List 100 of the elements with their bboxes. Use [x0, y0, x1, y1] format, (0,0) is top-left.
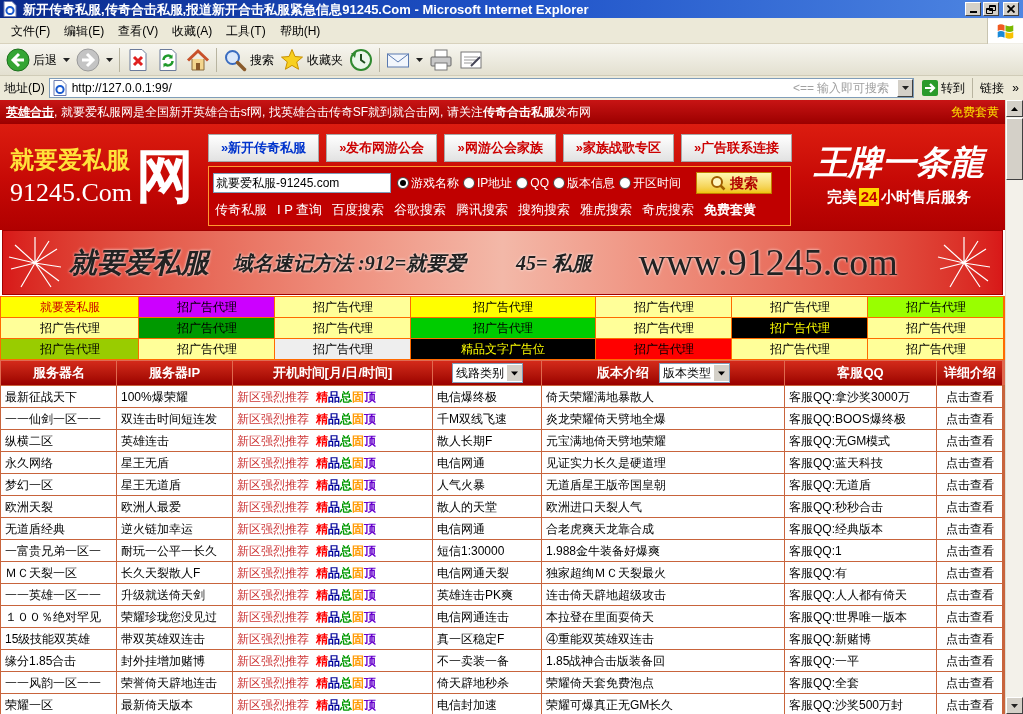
- address-field[interactable]: http://127.0.0.1:99/ <== 输入即可搜索: [48, 78, 915, 98]
- tag-link[interactable]: 总: [340, 409, 352, 428]
- ad-slot[interactable]: 招广告代理: [139, 318, 274, 338]
- ad-slot[interactable]: 招广告代理: [868, 318, 1003, 338]
- ad-slot[interactable]: 精品文字广告位: [411, 339, 595, 359]
- menu-item[interactable]: 编辑(E): [57, 21, 112, 40]
- ad-slot[interactable]: 招广告代理: [275, 297, 410, 317]
- tag-link[interactable]: 顶: [364, 629, 376, 648]
- ad-slot[interactable]: 招广告代理: [596, 297, 731, 317]
- tag-link[interactable]: 总: [340, 453, 352, 472]
- tag-link[interactable]: 精: [316, 629, 328, 648]
- links-button[interactable]: 链接: [978, 79, 1007, 97]
- tag-link[interactable]: 精: [316, 497, 328, 516]
- menu-item[interactable]: 帮助(H): [272, 21, 328, 40]
- menu-item[interactable]: 收藏(A): [165, 21, 220, 40]
- ad-slot[interactable]: 招广告代理: [411, 297, 595, 317]
- tag-link[interactable]: 品: [328, 695, 340, 714]
- tag-link[interactable]: 精: [316, 519, 328, 538]
- recommend-link[interactable]: 新区强烈推荐: [237, 563, 309, 582]
- tag-link[interactable]: 品: [328, 497, 340, 516]
- tag-link[interactable]: 精: [316, 673, 328, 692]
- search-type-radio[interactable]: 版本信息: [553, 174, 615, 193]
- detail-link[interactable]: 点击查看: [937, 540, 1002, 561]
- tag-link[interactable]: 品: [328, 629, 340, 648]
- detail-link[interactable]: 点击查看: [937, 650, 1002, 671]
- tag-link[interactable]: 品: [328, 519, 340, 538]
- tag-link[interactable]: 总: [340, 431, 352, 450]
- tag-link[interactable]: 顶: [364, 453, 376, 472]
- detail-link[interactable]: 点击查看: [937, 584, 1002, 605]
- tag-link[interactable]: 精: [316, 695, 328, 714]
- ad-slot[interactable]: 招广告代理: [139, 297, 274, 317]
- tag-link[interactable]: 顶: [364, 695, 376, 714]
- tag-link[interactable]: 总: [340, 607, 352, 626]
- tag-link[interactable]: 精: [316, 585, 328, 604]
- tag-link[interactable]: 顶: [364, 431, 376, 450]
- scroll-thumb[interactable]: [1006, 118, 1023, 180]
- ad-slot[interactable]: 招广告代理: [411, 318, 595, 338]
- tag-link[interactable]: 品: [328, 475, 340, 494]
- go-button[interactable]: 转到: [920, 78, 968, 98]
- tag-link[interactable]: 总: [340, 541, 352, 560]
- promo-link[interactable]: 免费套黄: [951, 103, 999, 121]
- ad-slot[interactable]: 招广告代理: [139, 339, 274, 359]
- ad-slot[interactable]: 招广告代理: [868, 297, 1003, 317]
- menu-item[interactable]: 查看(V): [111, 21, 166, 40]
- nav-tab[interactable]: »新开传奇私服: [208, 134, 320, 162]
- menu-item[interactable]: 文件(F): [4, 21, 58, 40]
- search-type-radio[interactable]: QQ: [516, 174, 549, 193]
- recommend-link[interactable]: 新区强烈推荐: [237, 387, 309, 406]
- tag-link[interactable]: 顶: [364, 541, 376, 560]
- recommend-link[interactable]: 新区强烈推荐: [237, 519, 309, 538]
- detail-link[interactable]: 点击查看: [937, 628, 1002, 649]
- scroll-up-button[interactable]: [1006, 100, 1023, 117]
- tag-link[interactable]: 总: [340, 563, 352, 582]
- close-button[interactable]: [1003, 2, 1019, 16]
- tag-link[interactable]: 品: [328, 673, 340, 692]
- scroll-down-button[interactable]: [1006, 697, 1023, 714]
- tag-link[interactable]: 顶: [364, 387, 376, 406]
- ad-slot[interactable]: 就要爱私服: [1, 297, 138, 317]
- tag-link[interactable]: 顶: [364, 673, 376, 692]
- tag-link[interactable]: 精: [316, 475, 328, 494]
- nav-tab[interactable]: »网游公会家族: [444, 134, 556, 162]
- nav-tab[interactable]: »家族战歌专区: [562, 134, 674, 162]
- recommend-link[interactable]: 新区强烈推荐: [237, 497, 309, 516]
- detail-link[interactable]: 点击查看: [937, 694, 1002, 714]
- tag-link[interactable]: 品: [328, 541, 340, 560]
- tag-link[interactable]: 总: [340, 651, 352, 670]
- tag-link[interactable]: 品: [328, 453, 340, 472]
- tag-link[interactable]: 品: [328, 651, 340, 670]
- tag-link[interactable]: 顶: [364, 475, 376, 494]
- tag-link[interactable]: 顶: [364, 607, 376, 626]
- ad-slot[interactable]: 招广告代理: [596, 339, 731, 359]
- tag-link[interactable]: 顶: [364, 585, 376, 604]
- favorites-button[interactable]: 收藏夹: [277, 45, 346, 74]
- recommend-link[interactable]: 新区强烈推荐: [237, 607, 309, 626]
- back-button[interactable]: 后退: [3, 45, 73, 74]
- tag-link[interactable]: 顶: [364, 519, 376, 538]
- ad-slot[interactable]: 招广告代理: [275, 339, 410, 359]
- recommend-link[interactable]: 新区强烈推荐: [237, 629, 309, 648]
- tag-link[interactable]: 总: [340, 673, 352, 692]
- recommend-link[interactable]: 新区强烈推荐: [237, 409, 309, 428]
- search-type-radio[interactable]: 开区时间: [619, 174, 681, 193]
- search-type-radio[interactable]: 游戏名称: [397, 174, 459, 193]
- detail-link[interactable]: 点击查看: [937, 496, 1002, 517]
- detail-link[interactable]: 点击查看: [937, 672, 1002, 693]
- tag-link[interactable]: 品: [328, 585, 340, 604]
- menu-item[interactable]: 工具(T): [219, 21, 273, 40]
- search-link[interactable]: 百度搜索: [332, 200, 385, 220]
- tag-link[interactable]: 品: [328, 409, 340, 428]
- search-link[interactable]: 传奇私服: [215, 200, 267, 220]
- tag-link[interactable]: 总: [340, 629, 352, 648]
- detail-link[interactable]: 点击查看: [937, 606, 1002, 627]
- search-link[interactable]: 奇虎搜索: [642, 200, 695, 220]
- nav-tab[interactable]: »广告联系连接: [680, 134, 793, 162]
- tag-link[interactable]: 总: [340, 585, 352, 604]
- detail-link[interactable]: 点击查看: [937, 408, 1002, 429]
- tag-link[interactable]: 精: [316, 651, 328, 670]
- ad-slot[interactable]: 招广告代理: [732, 297, 867, 317]
- topic-link[interactable]: 英雄合击: [6, 103, 54, 121]
- search-submit-button[interactable]: 搜索: [696, 172, 772, 195]
- ad-slot[interactable]: 招广告代理: [275, 318, 410, 338]
